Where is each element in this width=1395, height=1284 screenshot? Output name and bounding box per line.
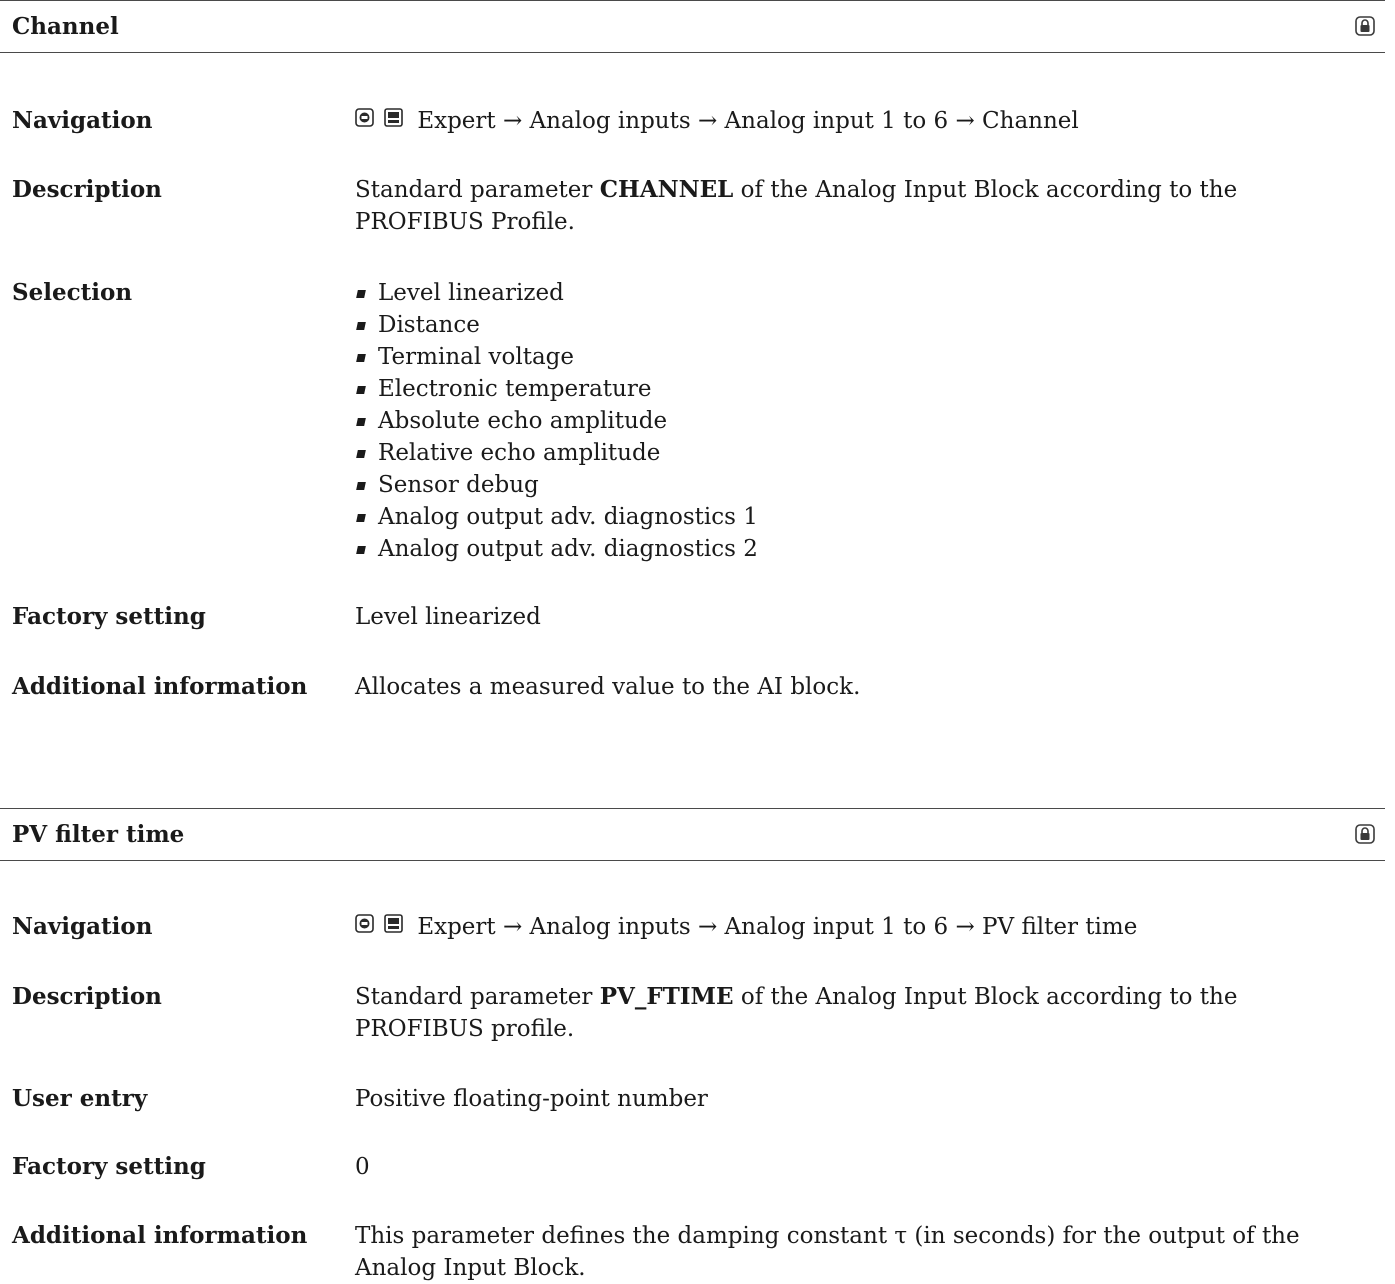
list-item: Absolute echo amplitude (355, 405, 1365, 437)
description-text: Standard parameter PV_FTIME of the Analo… (355, 981, 1365, 1045)
navigation-path-text: Expert → Analog inputs → Analog input 1 … (417, 914, 1138, 940)
navigation-icons (355, 108, 404, 140)
description-label: Description (12, 176, 162, 203)
section-title: PV filter time (12, 821, 185, 848)
operating-tool-icon (384, 914, 404, 933)
factory-setting-label: Factory setting (12, 603, 206, 630)
onsite-display-icon (355, 108, 374, 127)
list-item: Electronic temperature (355, 373, 1365, 405)
lock-icon (1355, 16, 1375, 36)
selection-options: Level linearized Distance Terminal volta… (355, 277, 1365, 565)
navigation-label: Navigation (12, 107, 153, 134)
list-item: Relative echo amplitude (355, 437, 1365, 469)
list-item: Analog output adv. diagnostics 2 (355, 533, 1365, 565)
additional-information-value: Allocates a measured value to the AI blo… (355, 674, 861, 700)
user-entry-label: User entry (12, 1085, 148, 1112)
section-header: Channel (0, 0, 1385, 53)
additional-information-label: Additional information (12, 1222, 308, 1249)
user-entry-value: Positive floating-point number (355, 1086, 708, 1112)
section-header: PV filter time (0, 808, 1385, 861)
navigation-icons (355, 914, 404, 946)
additional-information-label: Additional information (12, 673, 308, 700)
list-item: Distance (355, 309, 1365, 341)
operating-tool-icon (384, 108, 404, 127)
description-prefix: Standard parameter (355, 984, 600, 1010)
additional-information-value: This parameter defines the damping const… (355, 1223, 1300, 1281)
factory-setting-label: Factory setting (12, 1153, 206, 1180)
list-item: Analog output adv. diagnostics 1 (355, 501, 1365, 533)
lock-icon (1355, 824, 1375, 844)
parameter-name: PV_FTIME (599, 983, 734, 1010)
list-item: Level linearized (355, 277, 1365, 309)
factory-setting-value: Level linearized (355, 604, 541, 630)
factory-setting-value: 0 (355, 1154, 370, 1180)
navigation-path: Expert → Analog inputs → Analog input 1 … (355, 911, 1365, 946)
description-label: Description (12, 983, 162, 1010)
navigation-path-text: Expert → Analog inputs → Analog input 1 … (417, 108, 1079, 134)
selection-label: Selection (12, 279, 133, 306)
navigation-path: Expert → Analog inputs → Analog input 1 … (355, 105, 1365, 140)
description-prefix: Standard parameter (355, 177, 600, 203)
list-item: Sensor debug (355, 469, 1365, 501)
description-text: Standard parameter CHANNEL of the Analog… (355, 174, 1365, 238)
section-title: Channel (12, 13, 119, 40)
list-item: Terminal voltage (355, 341, 1365, 373)
parameter-name: CHANNEL (599, 176, 734, 203)
onsite-display-icon (355, 914, 374, 933)
navigation-label: Navigation (12, 913, 153, 940)
